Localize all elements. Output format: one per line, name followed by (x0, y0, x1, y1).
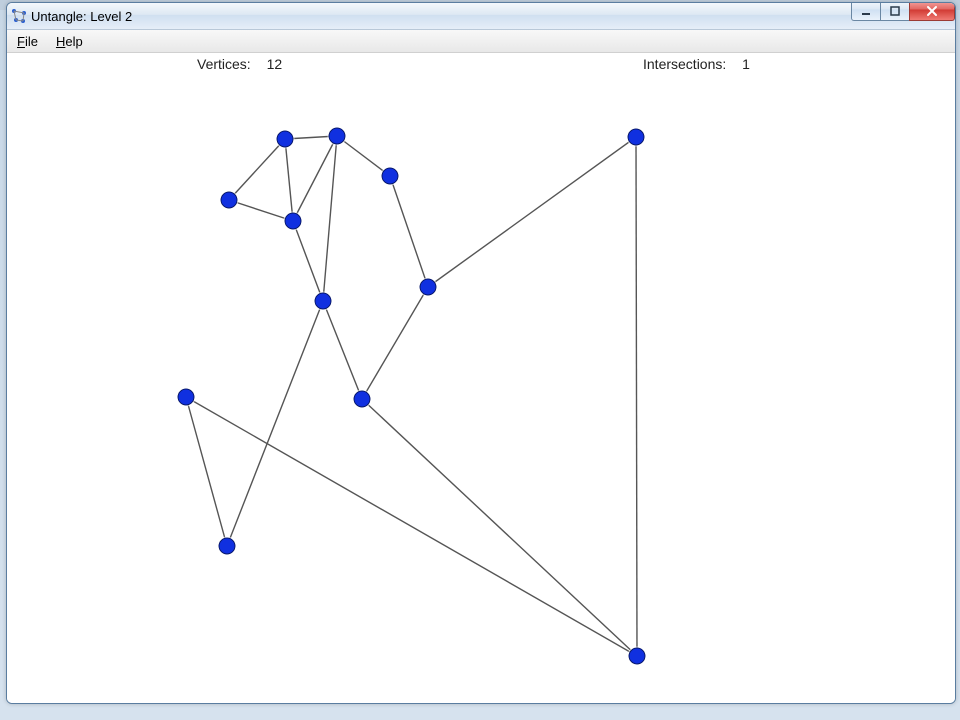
intersections-label: Intersections: (643, 56, 726, 72)
graph-vertex[interactable] (381, 167, 399, 185)
graph-edge (186, 397, 637, 656)
graph-edge (323, 136, 337, 301)
graph-vertex[interactable] (218, 537, 236, 555)
intersections-value: 1 (742, 56, 750, 72)
graph-edge (229, 200, 293, 221)
graph-edge (390, 176, 428, 287)
minimize-button[interactable] (851, 2, 881, 21)
graph-edge (186, 397, 227, 546)
vertices-stat: Vertices: 12 (197, 56, 282, 72)
menu-help-rest: elp (65, 34, 82, 49)
graph-vertex[interactable] (628, 647, 646, 665)
menu-help-mnemonic: H (56, 34, 65, 49)
maximize-button[interactable] (880, 2, 910, 21)
graph-edge (362, 287, 428, 399)
graph-edge (293, 221, 323, 301)
graph-edge (229, 139, 285, 200)
menu-file-rest: ile (25, 34, 38, 49)
graph-canvas[interactable] (7, 75, 955, 703)
maximize-icon (889, 5, 901, 17)
app-icon (11, 8, 27, 24)
close-icon (925, 5, 939, 17)
menubar: File Help (7, 30, 955, 53)
vertices-label: Vertices: (197, 56, 251, 72)
stats-row: Vertices: 12 Intersections: 1 (7, 53, 955, 75)
window-controls (852, 2, 955, 21)
intersections-stat: Intersections: 1 (643, 56, 750, 72)
minimize-icon (860, 5, 872, 17)
graph-vertex[interactable] (328, 127, 346, 145)
graph-vertex[interactable] (314, 292, 332, 310)
graph-edge (636, 137, 637, 656)
menu-file[interactable]: File (13, 32, 42, 51)
menu-file-mnemonic: F (17, 34, 25, 49)
graph-edge (227, 301, 323, 546)
graph-edge (323, 301, 362, 399)
window-title: Untangle: Level 2 (31, 9, 132, 24)
graph-vertex[interactable] (276, 130, 294, 148)
menu-help[interactable]: Help (52, 32, 87, 51)
graph-edge (362, 399, 637, 656)
app-window: Untangle: Level 2 File Help (6, 2, 956, 704)
graph-vertex[interactable] (419, 278, 437, 296)
vertices-value: 12 (267, 56, 283, 72)
graph-svg (7, 75, 955, 703)
graph-vertex[interactable] (627, 128, 645, 146)
graph-edge (337, 136, 390, 176)
graph-vertex[interactable] (353, 390, 371, 408)
graph-edge (285, 139, 293, 221)
titlebar[interactable]: Untangle: Level 2 (7, 3, 955, 30)
graph-vertex[interactable] (220, 191, 238, 209)
graph-edge (428, 137, 636, 287)
graph-vertex[interactable] (284, 212, 302, 230)
close-button[interactable] (909, 2, 955, 21)
graph-vertex[interactable] (177, 388, 195, 406)
